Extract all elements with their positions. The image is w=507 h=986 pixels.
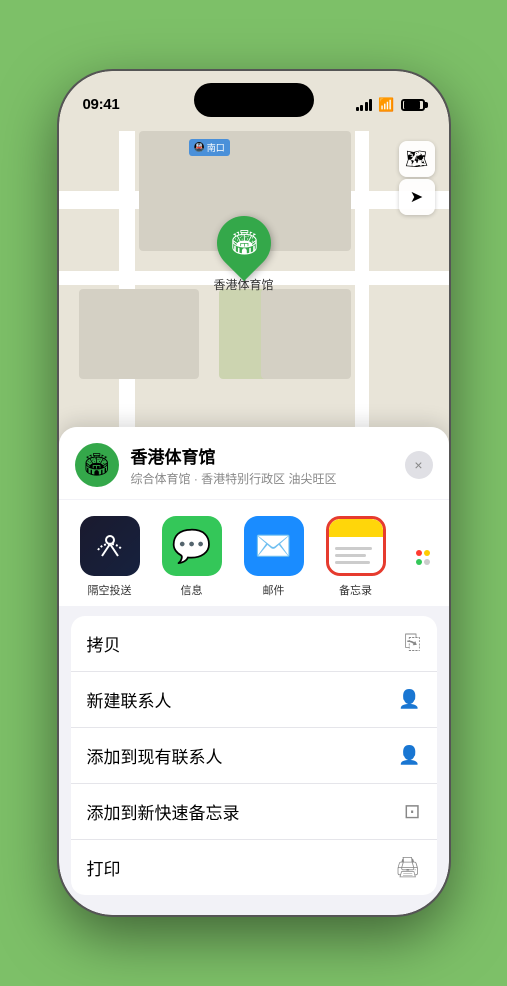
location-button[interactable]: ➤ (399, 179, 435, 215)
close-button[interactable]: × (405, 451, 433, 479)
more-dots (416, 550, 430, 565)
print-label: 打印 (87, 855, 121, 880)
status-time: 09:41 (83, 96, 120, 113)
copy-icon: ⎘ (405, 632, 421, 655)
share-row: 隔空投送 💬 信息 ✉️ 邮件 (59, 500, 449, 606)
action-list: 拷贝 ⎘ 新建联系人 👤 添加到现有联系人 👤 添加到新快速备忘录 ⊡ 打印 (71, 616, 437, 895)
sheet-header: 🏟 香港体育馆 综合体育馆 · 香港特别行政区 油尖旺区 × (59, 427, 449, 499)
messages-label: 信息 (181, 582, 203, 598)
map-type-button[interactable]: 🗺 (399, 141, 435, 177)
action-quick-note[interactable]: 添加到新快速备忘录 ⊡ (71, 784, 437, 840)
airdrop-label: 隔空投送 (88, 582, 132, 598)
share-mail[interactable]: ✉️ 邮件 (239, 516, 309, 598)
bottom-sheet: 🏟 香港体育馆 综合体育馆 · 香港特别行政区 油尖旺区 × (59, 427, 449, 915)
print-icon: 🖨 (395, 855, 420, 880)
add-contact-label: 添加到现有联系人 (87, 743, 223, 768)
dynamic-island (194, 83, 314, 117)
venue-name: 香港体育馆 (131, 443, 393, 468)
signal-icon (356, 99, 373, 111)
stadium-marker[interactable]: 🏟 香港体育馆 (214, 216, 274, 293)
copy-label: 拷贝 (87, 631, 121, 656)
stadium-icon: 🏟 (228, 229, 258, 258)
airdrop-icon (80, 516, 140, 576)
new-contact-label: 新建联系人 (87, 687, 172, 712)
map-controls: 🗺 ➤ (399, 141, 435, 215)
venue-subtitle: 综合体育馆 · 香港特别行政区 油尖旺区 (131, 470, 393, 487)
add-contact-icon: 👤 (398, 745, 420, 766)
mail-label: 邮件 (263, 582, 285, 598)
share-notes[interactable]: 备忘录 (321, 516, 391, 598)
wifi-icon: 📶 (378, 97, 394, 113)
messages-icon: 💬 (162, 516, 222, 576)
map-label: 🚇 南口 (189, 139, 230, 156)
marker-pin: 🏟 (205, 205, 281, 281)
share-messages[interactable]: 💬 信息 (157, 516, 227, 598)
action-new-contact[interactable]: 新建联系人 👤 (71, 672, 437, 728)
status-icons: 📶 (356, 97, 425, 113)
battery-icon (401, 99, 425, 111)
mail-icon: ✉️ (244, 516, 304, 576)
action-add-contact[interactable]: 添加到现有联系人 👤 (71, 728, 437, 784)
phone-frame: 09:41 📶 (59, 71, 449, 915)
venue-info: 香港体育馆 综合体育馆 · 香港特别行政区 油尖旺区 (131, 443, 393, 487)
quick-note-label: 添加到新快速备忘录 (87, 799, 240, 824)
venue-icon: 🏟 (75, 443, 119, 487)
notes-icon (326, 516, 386, 576)
share-airdrop[interactable]: 隔空投送 (75, 516, 145, 598)
new-contact-icon: 👤 (398, 689, 420, 710)
quick-note-icon: ⊡ (404, 799, 421, 824)
notes-label: 备忘录 (339, 582, 372, 598)
action-print[interactable]: 打印 🖨 (71, 840, 437, 895)
action-copy[interactable]: 拷贝 ⎘ (71, 616, 437, 672)
more-button[interactable] (403, 527, 443, 587)
